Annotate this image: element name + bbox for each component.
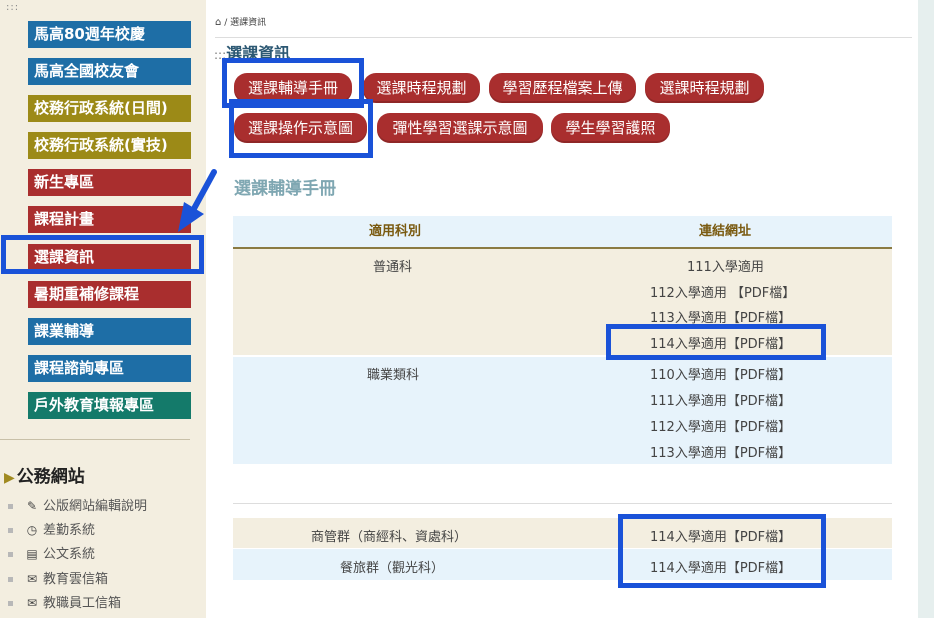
- sidebar-item-freshman[interactable]: 新生專區: [28, 169, 191, 196]
- tab-flexible-learning-diagram[interactable]: 彈性學習選課示意圖: [377, 113, 543, 143]
- clock-icon: ◷: [26, 523, 38, 537]
- category-cell: 職業類科: [367, 368, 420, 383]
- table-row-business: 商管群（商經科、資處科） 114入學適用【PDF檔】: [233, 518, 892, 548]
- sidebar-item-admin-practical[interactable]: 校務行政系統(實技): [28, 132, 191, 159]
- table-row-general: 普通科 111入學適用 112入學適用 【PDF檔】 113入學適用【PDF檔】…: [233, 249, 892, 355]
- link-cell[interactable]: 114入學適用【PDF檔】: [650, 526, 791, 545]
- link-cell[interactable]: 112入學適用 【PDF檔】: [650, 282, 795, 301]
- tab-operation-diagram[interactable]: 選課操作示意圖: [234, 113, 367, 143]
- bullet-icon: [8, 552, 13, 557]
- bullet-icon: [8, 504, 13, 509]
- link-cell[interactable]: 111入學適用: [687, 256, 764, 275]
- sidebar-item-tutoring[interactable]: 課業輔導: [28, 318, 191, 345]
- sidebar-item-curriculum[interactable]: 課程計畫: [28, 206, 191, 233]
- breadcrumb-divider: [215, 37, 912, 38]
- public-link-attendance[interactable]: ◷ 差勤系統: [8, 519, 95, 538]
- left-sidebar: ::: 馬高80週年校慶 馬高全國校友會 校務行政系統(日間) 校務行政系統(實…: [0, 0, 206, 618]
- bullet-icon: [8, 528, 13, 533]
- breadcrumb: ⌂ / 選課資訊: [215, 15, 266, 28]
- edit-icon: ✎: [26, 499, 38, 513]
- page-title: :::選課資訊: [214, 44, 291, 63]
- column-header-link: 連結網址: [699, 224, 752, 239]
- link-cell[interactable]: 113入學適用【PDF檔】: [650, 307, 791, 326]
- section-title: 選課輔導手冊: [234, 179, 336, 199]
- category-cell: 餐旅群（觀光科）: [340, 561, 445, 576]
- tab-schedule-planning-1[interactable]: 選課時程規劃: [363, 73, 480, 103]
- category-cell: 普通科: [373, 260, 413, 275]
- link-cell[interactable]: 110入學適用【PDF檔】: [650, 364, 791, 383]
- sidebar-item-outdoor-education[interactable]: 戶外教育填報專區: [28, 392, 191, 419]
- link-cell[interactable]: 111入學適用【PDF檔】: [650, 390, 791, 409]
- table-row-hospitality: 餐旅群（觀光科） 114入學適用【PDF檔】: [233, 549, 892, 580]
- right-edge-strip: [918, 0, 934, 618]
- public-link-documents[interactable]: ▤ 公文系統: [8, 543, 95, 562]
- link-cell[interactable]: 114入學適用【PDF檔】: [650, 557, 791, 576]
- link-cell[interactable]: 114入學適用【PDF檔】: [650, 333, 791, 352]
- table-header: 適用科別 連結網址: [233, 216, 892, 249]
- home-icon[interactable]: ⌂: [215, 17, 221, 28]
- public-link-edu-cloud-mail[interactable]: ✉ 教育雲信箱: [8, 568, 108, 587]
- breadcrumb-separator: /: [224, 18, 228, 28]
- envelope-outline-icon: ✉: [26, 572, 38, 586]
- accesskey-prefix: :::: [214, 48, 227, 62]
- link-cell[interactable]: 113入學適用【PDF檔】: [650, 442, 791, 461]
- table-row-vocational: 職業類科 110入學適用【PDF檔】 111入學適用【PDF檔】 112入學適用…: [233, 357, 892, 464]
- document-icon: ▤: [26, 547, 38, 561]
- bullet-icon: [8, 601, 13, 606]
- public-sites-heading: ▶ 公務網站: [4, 467, 85, 487]
- arrow-annotation-icon: [178, 169, 217, 232]
- sidebar-item-summer-course[interactable]: 暑期重補修課程: [28, 281, 191, 308]
- sidebar-item-course-selection[interactable]: 選課資訊: [28, 244, 191, 271]
- tab-learning-passport[interactable]: 學生學習護照: [551, 113, 670, 143]
- link-cell[interactable]: 112入學適用【PDF檔】: [650, 416, 791, 435]
- tab-guidance-manual[interactable]: 選課輔導手冊: [234, 73, 352, 103]
- breadcrumb-current[interactable]: 選課資訊: [230, 18, 266, 28]
- sidebar-item-anniversary[interactable]: 馬高80週年校慶: [28, 21, 191, 48]
- sidebar-item-admin-day[interactable]: 校務行政系統(日間): [28, 95, 191, 122]
- tab-schedule-planning-2[interactable]: 選課時程規劃: [645, 73, 764, 103]
- public-link-staff-mail[interactable]: ✉ 教職員工信箱: [8, 592, 121, 611]
- accesskey-marker: :::: [6, 2, 20, 13]
- sidebar-item-consulting[interactable]: 課程諮詢專區: [28, 355, 191, 382]
- category-cell: 商管群（商經科、資處科）: [311, 530, 468, 545]
- public-link-edit-guide[interactable]: ✎ 公版網站編輯說明: [8, 495, 147, 514]
- envelope-icon: ✉: [26, 596, 38, 610]
- bullet-icon: [8, 577, 13, 582]
- triangle-right-icon: ▶: [4, 470, 15, 486]
- tab-portfolio-upload[interactable]: 學習歷程檔案上傳: [489, 73, 636, 103]
- sidebar-item-alumni[interactable]: 馬高全國校友會: [28, 58, 191, 85]
- column-header-category: 適用科別: [369, 224, 422, 239]
- table-divider: [233, 503, 892, 504]
- sidebar-divider: [0, 439, 190, 440]
